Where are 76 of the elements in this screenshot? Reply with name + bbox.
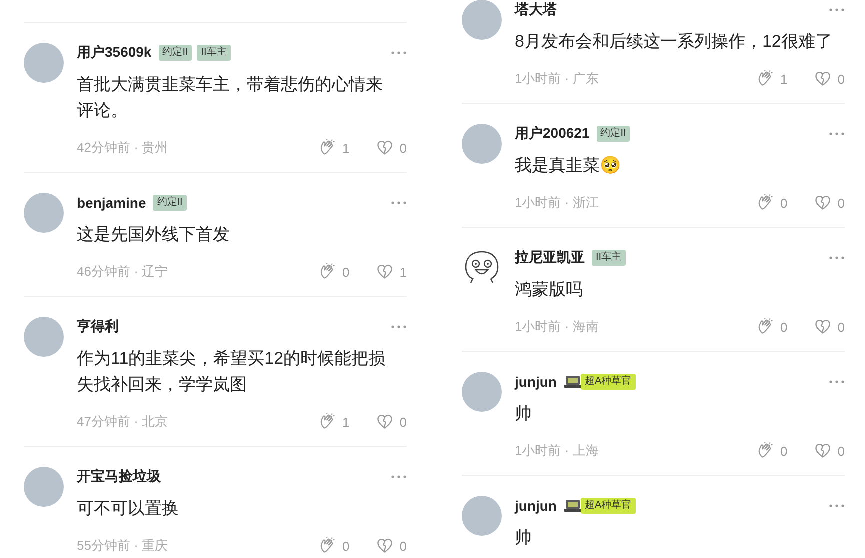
like-count: 1 <box>780 72 788 86</box>
avatar-photo-placeholder[interactable] <box>462 124 502 164</box>
time-location: 42分钟前 · 贵州 <box>77 139 168 157</box>
clap-icon[interactable] <box>756 194 775 212</box>
comment-text: 帅 <box>515 403 533 425</box>
award-badge: 超A种草官 <box>581 374 636 390</box>
more-icon[interactable] <box>829 380 845 384</box>
dislike-count: 0 <box>838 320 845 334</box>
user-badge: 约定II <box>153 195 187 211</box>
comment-text: 鸿蒙版吗 <box>515 279 584 301</box>
like-count: 0 <box>342 538 350 554</box>
clap-icon[interactable] <box>756 318 775 336</box>
time-location: 47分钟前 · 北京 <box>77 413 168 431</box>
avatar-photo-placeholder[interactable] <box>462 372 502 412</box>
award-badge: 超A种草官 <box>581 498 636 514</box>
comment-text: 可不可以置换 <box>77 498 180 520</box>
laptop-icon <box>564 375 582 389</box>
time-location: 46分钟前 · 辽宁 <box>77 263 168 281</box>
dislike-count: 0 <box>400 140 407 156</box>
avatar-photo-placeholder[interactable] <box>462 0 502 40</box>
time-location: 55分钟前 · 重庆 <box>77 537 168 555</box>
user-name[interactable]: 开宝马捡垃圾 <box>77 468 161 486</box>
dislike-count: 0 <box>838 72 845 86</box>
avatar-photo-placeholder[interactable] <box>462 496 502 536</box>
clap-icon[interactable] <box>756 442 775 460</box>
like-count: 1 <box>342 414 350 430</box>
avatar-photo-placeholder[interactable] <box>24 193 64 233</box>
comment-text: 作为11的韭菜尖，希望买12的时候能把损失找补回来，学学岚图 <box>77 348 387 396</box>
dislike-count: 0 <box>838 444 845 458</box>
avatar-photo-placeholder[interactable] <box>24 43 64 83</box>
dislike-count: 0 <box>400 538 407 554</box>
user-name[interactable]: 拉尼亚凯亚 <box>515 249 585 267</box>
comment-text: 我是真韭菜🥺 <box>515 155 622 177</box>
more-icon[interactable] <box>829 504 845 508</box>
user-name[interactable]: junjun <box>515 498 557 514</box>
user-name[interactable]: 用户35609k <box>77 44 152 62</box>
like-count: 0 <box>780 320 788 334</box>
user-badge: 约定II <box>158 45 192 61</box>
like-count: 1 <box>342 140 350 156</box>
user-badge: II车主 <box>592 250 626 266</box>
user-name[interactable]: 塔大塔 <box>515 1 557 19</box>
dislike-count: 1 <box>400 264 407 280</box>
clap-icon[interactable] <box>318 139 337 157</box>
user-name[interactable]: junjun <box>515 374 557 390</box>
comment-text: 首批大满贯韭菜车主，带着悲伤的心情来评论。 <box>77 74 384 122</box>
laptop-icon <box>564 499 582 513</box>
more-icon[interactable] <box>391 201 407 205</box>
more-icon[interactable] <box>829 256 845 260</box>
more-icon[interactable] <box>391 325 407 329</box>
more-icon[interactable] <box>829 8 845 12</box>
like-count: 0 <box>780 444 788 458</box>
time-location: 1小时前 · 广东 <box>515 70 599 88</box>
clap-icon[interactable] <box>318 537 337 555</box>
like-count: 0 <box>342 264 350 280</box>
dislike-count: 0 <box>400 414 407 430</box>
comment-text: 帅 <box>515 527 533 549</box>
dislike-count: 0 <box>838 196 845 210</box>
user-name[interactable]: benjamine <box>77 195 146 211</box>
clap-icon[interactable] <box>318 413 337 431</box>
user-badge: 约定II <box>596 126 630 142</box>
like-count: 0 <box>780 196 788 210</box>
user-name[interactable]: 用户200621 <box>515 125 590 143</box>
more-icon[interactable] <box>391 51 407 55</box>
clap-icon[interactable] <box>756 70 775 88</box>
time-location: 1小时前 · 海南 <box>515 318 599 336</box>
clap-icon[interactable] <box>318 263 337 281</box>
user-name[interactable]: 亨得利 <box>77 318 119 336</box>
more-icon[interactable] <box>829 132 845 136</box>
time-location: 1小时前 · 浙江 <box>515 194 599 212</box>
time-location: 1小时前 · 上海 <box>515 442 599 460</box>
avatar-photo-placeholder[interactable] <box>24 467 64 507</box>
comment-text: 8月发布会和后续这一系列操作，12很难了 <box>515 31 834 53</box>
more-icon[interactable] <box>391 475 407 479</box>
avatar-photo-placeholder[interactable] <box>24 317 64 357</box>
comment-text: 这是先国外线下首发 <box>77 224 231 246</box>
user-badge: II车主 <box>197 45 231 61</box>
